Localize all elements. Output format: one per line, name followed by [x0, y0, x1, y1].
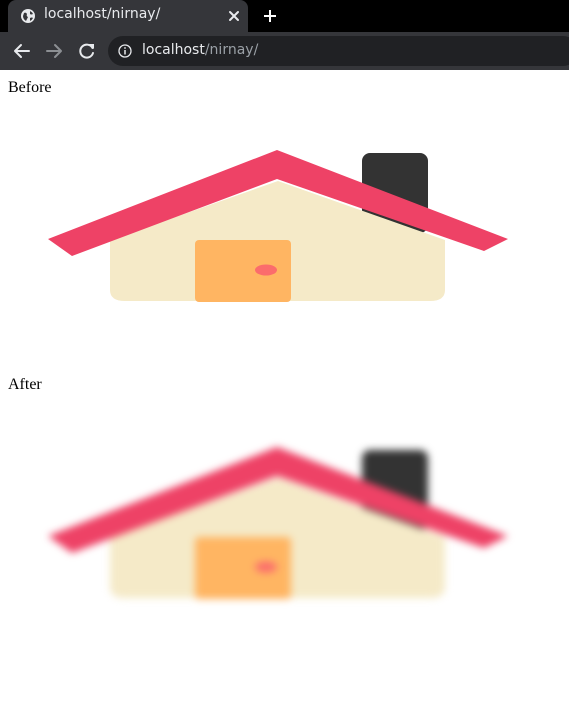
back-arrow-icon[interactable] — [12, 41, 32, 61]
page-content: Before After — [0, 70, 569, 703]
info-icon[interactable] — [118, 44, 132, 58]
reload-icon[interactable] — [77, 41, 97, 61]
house-image-before — [48, 150, 508, 302]
tab-title: localhost/nirnay/ — [44, 6, 161, 22]
tab-localhost[interactable]: localhost/nirnay/ — [8, 0, 248, 32]
plus-icon[interactable] — [262, 8, 278, 24]
address-url: localhost/nirnay/ — [142, 42, 258, 58]
url-path: /nirnay/ — [204, 42, 259, 58]
door-knob — [255, 561, 277, 573]
address-bar[interactable]: localhost/nirnay/ — [108, 36, 569, 66]
before-label: Before — [8, 79, 52, 96]
close-icon[interactable] — [227, 9, 241, 23]
url-host: localhost — [142, 42, 205, 58]
browser-toolbar: localhost/nirnay/ — [0, 32, 569, 70]
forward-arrow-icon[interactable] — [44, 41, 64, 61]
house-image-after — [48, 447, 508, 599]
after-label: After — [8, 376, 42, 393]
browser-window: localhost/nirnay/ localhost/nirnay/ Befo… — [0, 0, 569, 703]
tab-strip: localhost/nirnay/ — [0, 0, 569, 32]
door-knob — [255, 264, 277, 276]
globe-icon — [21, 9, 35, 23]
